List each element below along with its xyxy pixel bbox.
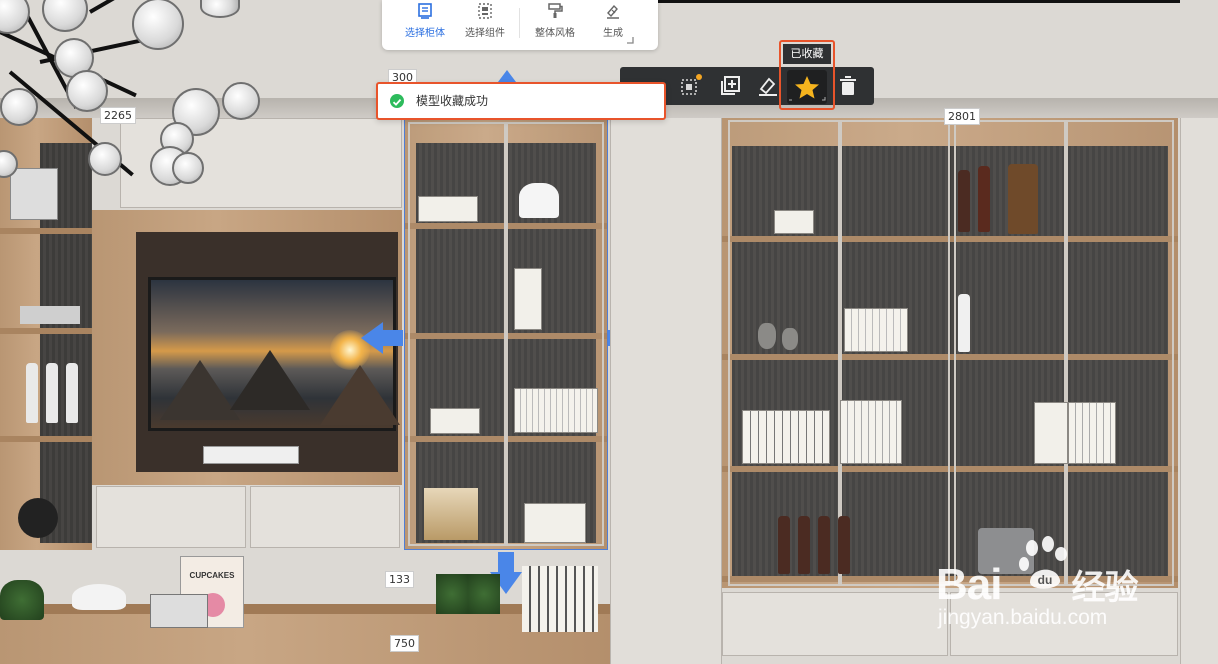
frame-select-button[interactable] (678, 74, 702, 98)
mountain-shape (230, 350, 310, 410)
chandelier-bulb (42, 0, 88, 32)
drawer-front (250, 486, 400, 548)
book-row (1068, 402, 1116, 464)
bottle (46, 363, 58, 423)
add-copy-icon (721, 76, 740, 95)
arrow-left-shaft (383, 330, 403, 346)
dimension-label-left: 2265 (100, 107, 136, 124)
book-row (844, 308, 908, 352)
delete-button[interactable] (836, 74, 860, 98)
cabinet-select-icon (418, 3, 432, 19)
left-cabinet (0, 118, 92, 550)
top-toolbar: 选择柜体 选择组件 整体风格 生成 (382, 0, 658, 50)
toast-message: 模型收藏成功 (416, 94, 489, 108)
top-edge (615, 0, 1180, 3)
select-component-label: 选择组件 (465, 28, 505, 39)
check-circle-icon (390, 94, 404, 108)
chandelier-bulb (172, 152, 204, 184)
bottle (26, 363, 38, 423)
book-stack (1034, 402, 1068, 464)
add-copy-button[interactable] (718, 74, 742, 98)
bird-figurine (72, 584, 126, 610)
chandelier-bulb (88, 142, 122, 176)
bottle (958, 170, 970, 232)
bottle (958, 294, 970, 352)
overall-style-label: 整体风格 (535, 28, 575, 39)
star-icon (789, 76, 826, 101)
bottle (778, 516, 790, 574)
book-cover-title: CUPCAKES (189, 571, 235, 580)
select-component-button[interactable]: 选择组件 (454, 3, 516, 45)
glass-door (840, 120, 950, 586)
generate-button[interactable]: 生成 (582, 3, 644, 45)
dimension-label-right: 2801 (944, 108, 980, 125)
generate-icon (607, 4, 619, 19)
frame-select-icon (681, 74, 702, 95)
baidu-watermark: Bai 经验 (936, 560, 1138, 610)
far-right-panel (1180, 118, 1218, 664)
bottle (1008, 164, 1038, 234)
recipe-book (150, 594, 208, 628)
book-stack (774, 210, 814, 234)
bottle (978, 166, 990, 232)
chandelier-bulb (200, 0, 240, 18)
plant (0, 580, 44, 620)
book-row (840, 400, 902, 464)
decor-box (10, 168, 58, 220)
chandelier-bulb (0, 88, 38, 126)
chandelier-bulb (66, 70, 108, 112)
toolbar-divider (519, 8, 520, 38)
vase (782, 328, 798, 350)
drawer-front (722, 592, 948, 656)
chandelier-bulb (222, 82, 260, 120)
bottle (66, 363, 78, 423)
arrow-down-shaft (498, 552, 514, 572)
trash-icon (840, 76, 856, 95)
generate-label: 生成 (603, 28, 623, 39)
chandelier-bulb (132, 0, 184, 50)
select-cabinet-button[interactable]: 选择柜体 (394, 3, 456, 45)
brush-button[interactable] (756, 74, 780, 98)
watermark-brand-cn: 经验 (1071, 568, 1138, 608)
arrow-left-icon[interactable] (361, 322, 383, 354)
dimension-label-gap: 133 (385, 571, 414, 588)
mountain-shape (320, 365, 400, 425)
paint-roller-icon (548, 3, 563, 18)
brush-icon (759, 77, 777, 96)
plant (468, 574, 500, 614)
book-row (522, 566, 598, 632)
wall-panel (610, 118, 722, 664)
right-cabinet (722, 118, 1178, 588)
chandelier-bulb (0, 0, 30, 34)
power-socket (203, 446, 299, 464)
favorite-button[interactable] (787, 70, 827, 104)
selection-outline (404, 118, 608, 550)
mountain-shape (160, 360, 240, 420)
low-cabinet (0, 612, 610, 664)
arrow-up-icon[interactable] (498, 70, 516, 82)
watermark-url: jingyan.baidu.com (938, 606, 1108, 629)
overall-style-button[interactable]: 整体风格 (524, 3, 586, 45)
bottle (798, 516, 810, 574)
favorite-tooltip: 已收藏 (783, 44, 831, 64)
book-stack (20, 306, 80, 324)
drawer-front (96, 486, 246, 548)
watermark-brand: Bai (936, 560, 1002, 609)
component-select-icon (478, 3, 492, 19)
shelf (0, 436, 92, 442)
corner-expand-icon (627, 37, 634, 44)
decor-bowl (18, 498, 58, 538)
shelf (0, 328, 92, 334)
bottle (818, 516, 830, 574)
select-cabinet-label: 选择柜体 (405, 28, 445, 39)
dimension-label-bottom: 750 (390, 635, 419, 652)
vase (758, 323, 776, 349)
success-toast: 模型收藏成功 (376, 82, 666, 120)
plant (436, 574, 468, 614)
shelf (0, 228, 92, 234)
bottle (838, 516, 850, 574)
book-row (742, 410, 830, 464)
glass-door (1066, 120, 1174, 586)
